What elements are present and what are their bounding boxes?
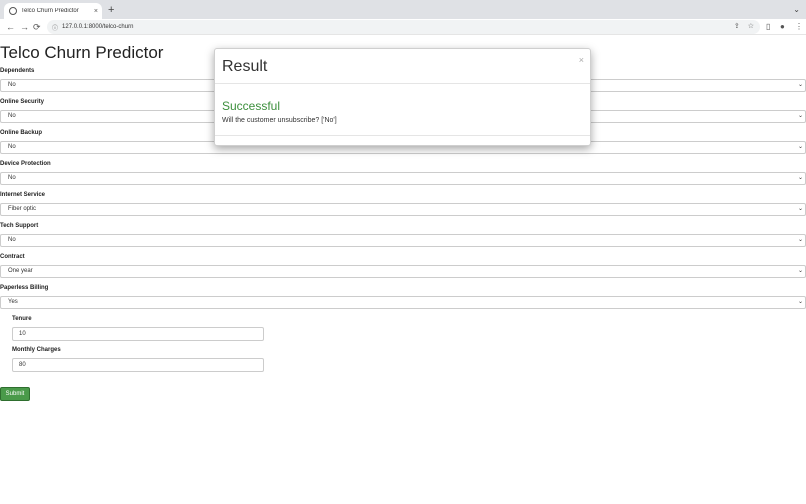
field-label: Paperless Billing <box>0 285 49 291</box>
reload-icon[interactable]: ⟳ <box>33 20 41 34</box>
result-message: Will the customer unsubscribe? ['No'] <box>222 117 337 124</box>
select-value: No <box>8 144 16 150</box>
submit-button[interactable]: Submit <box>0 387 30 401</box>
paperless-billing-select[interactable]: Yes ⌄ <box>0 296 806 309</box>
field-internet-service: Internet Service Fiber optic ⌄ <box>0 191 806 216</box>
contract-select[interactable]: One year ⌄ <box>0 265 806 278</box>
url-text: 127.0.0.1:8000/telco-churn <box>62 24 134 30</box>
chevron-down-icon: ⌄ <box>797 206 803 212</box>
monthly-charges-input[interactable]: 80 <box>12 358 264 372</box>
select-value: One year <box>8 268 33 274</box>
result-status: Successful <box>222 99 281 113</box>
device-protection-select[interactable]: No ⌄ <box>0 172 806 185</box>
select-value: No <box>8 237 16 243</box>
field-label: Tech Support <box>0 223 39 229</box>
profile-icon[interactable]: ● <box>780 20 785 34</box>
result-modal: Result × Successful Will the customer un… <box>214 48 591 146</box>
select-value: Yes <box>8 299 18 305</box>
select-value: No <box>8 82 16 88</box>
tenure-input[interactable]: 10 <box>12 327 264 341</box>
modal-divider <box>215 135 590 136</box>
field-monthly-charges: Monthly Charges 80 <box>12 346 264 372</box>
close-icon[interactable]: × <box>579 55 584 65</box>
chevron-down-icon: ⌄ <box>797 175 803 181</box>
browser-tab[interactable]: Telco Churn Predictor × <box>4 3 102 19</box>
field-tenure: Tenure 10 <box>12 315 264 341</box>
tab-close-icon[interactable]: × <box>94 8 98 15</box>
page-title: Telco Churn Predictor <box>0 43 164 62</box>
field-paperless-billing: Paperless Billing Yes ⌄ <box>0 284 806 309</box>
chevron-down-icon: ⌄ <box>797 113 803 119</box>
site-info-icon[interactable]: ⓘ <box>52 23 58 32</box>
field-device-protection: Device Protection No ⌄ <box>0 160 806 185</box>
share-icon[interactable]: ⇪ <box>734 22 740 30</box>
browser-toolbar: ← → ⟳ ⓘ 127.0.0.1:8000/telco-churn ⇪ ☆ ▯… <box>0 19 806 35</box>
field-label: Monthly Charges <box>12 347 61 353</box>
back-icon[interactable]: ← <box>6 20 15 34</box>
modal-title: Result <box>222 58 268 75</box>
side-panel-icon[interactable]: ▯ <box>766 20 770 34</box>
field-label: Tenure <box>12 316 32 322</box>
browser-tab-bar: Telco Churn Predictor × + ⌄ <box>0 0 806 19</box>
field-label: Contract <box>0 254 25 260</box>
bookmark-star-icon[interactable]: ☆ <box>748 22 754 30</box>
modal-divider <box>215 83 590 84</box>
internet-service-select[interactable]: Fiber optic ⌄ <box>0 203 806 216</box>
address-bar[interactable]: ⓘ 127.0.0.1:8000/telco-churn ⇪ ☆ <box>47 20 760 34</box>
tab-title: Telco Churn Predictor <box>21 8 79 14</box>
field-tech-support: Tech Support No ⌄ <box>0 222 806 247</box>
tab-search-icon[interactable]: ⌄ <box>793 3 800 17</box>
forward-icon[interactable]: → <box>20 20 29 34</box>
select-value: No <box>8 175 16 181</box>
new-tab-icon[interactable]: + <box>108 3 114 17</box>
select-value: No <box>8 113 16 119</box>
field-label: Device Protection <box>0 161 51 167</box>
globe-icon <box>9 7 17 15</box>
chevron-down-icon: ⌄ <box>797 144 803 150</box>
select-value: Fiber optic <box>8 206 37 212</box>
menu-icon[interactable]: ⋮ <box>795 20 803 34</box>
field-contract: Contract One year ⌄ <box>0 253 806 278</box>
chevron-down-icon: ⌄ <box>797 268 803 274</box>
chevron-down-icon: ⌄ <box>797 82 803 88</box>
chevron-down-icon: ⌄ <box>797 299 803 305</box>
chevron-down-icon: ⌄ <box>797 237 803 243</box>
field-label: Internet Service <box>0 192 46 198</box>
tech-support-select[interactable]: No ⌄ <box>0 234 806 247</box>
